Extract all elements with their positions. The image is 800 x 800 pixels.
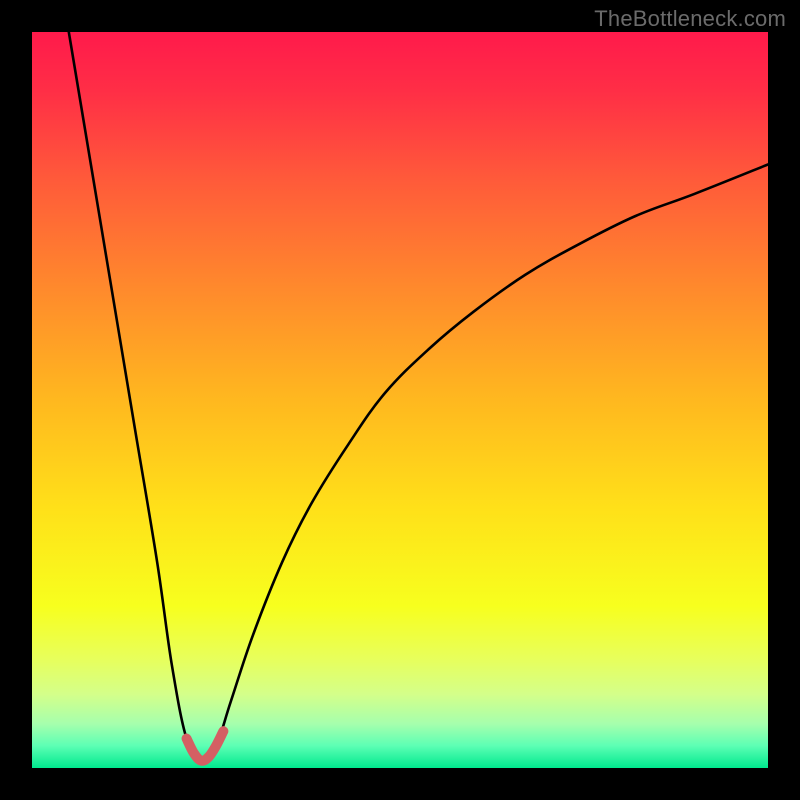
plot-area: [32, 32, 768, 768]
watermark-text: TheBottleneck.com: [594, 6, 786, 32]
curve-line: [69, 32, 768, 761]
bottleneck-curve: [32, 32, 768, 768]
optimal-marker: [187, 731, 224, 761]
chart-frame: TheBottleneck.com: [0, 0, 800, 800]
